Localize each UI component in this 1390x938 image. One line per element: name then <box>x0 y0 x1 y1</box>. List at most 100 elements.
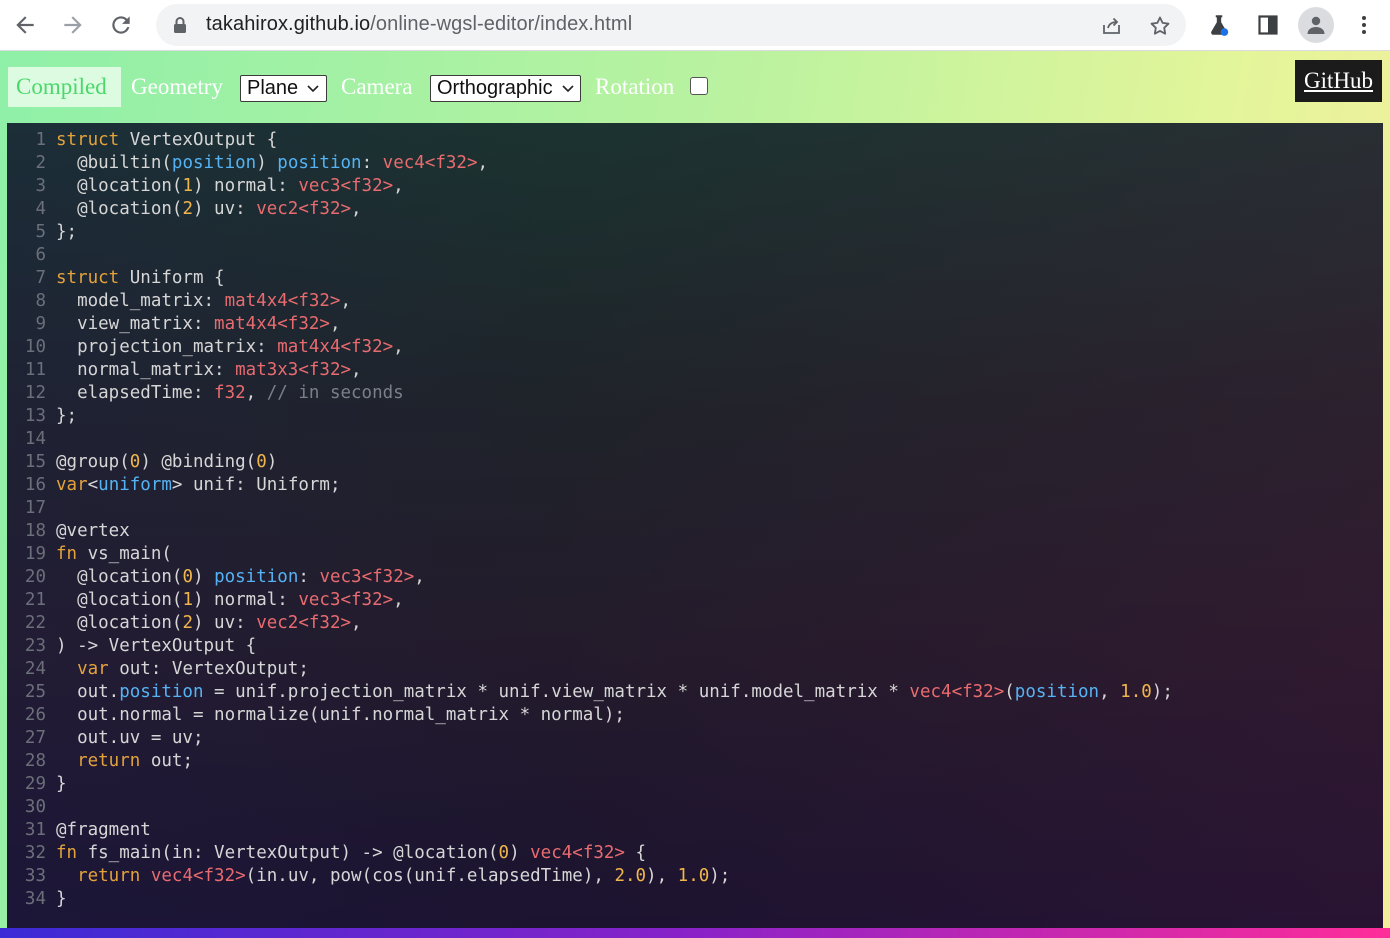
camera-select[interactable]: Orthographic <box>430 75 581 102</box>
code-line: 27 out.uv = uv; <box>7 727 1383 750</box>
line-text: fn fs_main(in: VertexOutput) -> @locatio… <box>56 842 646 865</box>
line-number: 13 <box>24 406 46 426</box>
code-token: vec4<f32> <box>909 682 1005 702</box>
url-host: takahirox.github.io <box>206 13 371 35</box>
code-token: position <box>214 567 299 587</box>
code-token: @builtin( <box>56 153 172 173</box>
code-token: }; <box>56 222 78 242</box>
code-token: var <box>77 659 109 679</box>
code-token: return <box>77 751 141 771</box>
code-token: : <box>298 567 320 587</box>
reload-icon <box>112 16 130 34</box>
code-token: ) <box>256 153 278 173</box>
line-text: return out; <box>56 750 193 773</box>
code-token: ( <box>1004 682 1015 702</box>
reload-button[interactable] <box>104 8 138 42</box>
line-text: @location(2) uv: vec2<f32>, <box>56 198 362 221</box>
code-token: (in.uv, pow(cos(unif.elapsedTime), <box>245 866 615 886</box>
code-line: 31 @fragment <box>7 819 1383 842</box>
line-number: 5 <box>35 222 46 242</box>
line-text: @location(1) normal: vec3<f32>, <box>56 589 404 612</box>
line-text: return vec4<f32>(in.uv, pow(cos(unif.ela… <box>56 865 730 888</box>
code-token: ) <box>266 452 278 472</box>
line-text: var out: VertexOutput; <box>56 658 309 681</box>
code-token: out.uv = uv; <box>56 728 204 748</box>
code-line: 33 return vec4<f32>(in.uv, pow(cos(unif.… <box>7 865 1383 888</box>
kebab-menu-icon[interactable] <box>1347 8 1381 42</box>
code-token: ) -> VertexOutput { <box>56 636 257 656</box>
code-line: 4 @location(2) uv: vec2<f32>, <box>7 198 1383 221</box>
code-token: @location( <box>56 199 183 219</box>
code-token: > unif: Uniform; <box>171 475 341 495</box>
code-token: , <box>245 383 267 403</box>
code-token: ) uv: <box>192 199 257 219</box>
code-token: vec2<f32> <box>256 199 352 219</box>
code-token: out. <box>56 682 120 702</box>
chevron-down-icon <box>561 84 575 94</box>
code-token: ) @binding( <box>140 452 257 472</box>
forward-button[interactable] <box>56 8 90 42</box>
line-text: ) -> VertexOutput { <box>56 635 256 658</box>
code-token: 0 <box>182 567 193 587</box>
code-token: // in seconds <box>266 383 404 403</box>
line-number: 9 <box>35 314 46 334</box>
editor-toolbar: Compiled Geometry Plane Camera Orthograp… <box>0 51 1390 123</box>
code-token: elapsedTime: <box>56 383 215 403</box>
line-text: @vertex <box>56 520 130 543</box>
code-lines: 1 struct VertexOutput {2 @builtin(positio… <box>7 129 1383 911</box>
code-token: position <box>119 682 204 702</box>
code-line: 8 model_matrix: mat4x4<f32>, <box>7 290 1383 313</box>
code-token: ); <box>709 866 731 886</box>
line-text: out.normal = normalize(unif.normal_matri… <box>56 704 625 727</box>
geometry-select-value: Plane <box>247 77 299 99</box>
line-text: var<uniform> unif: Uniform; <box>56 474 341 497</box>
person-icon <box>1307 16 1325 34</box>
profile-avatar[interactable] <box>1298 7 1334 43</box>
code-token: 2.0 <box>614 866 647 886</box>
code-token: VertexOutput { <box>119 130 278 150</box>
code-token: @location( <box>56 590 183 610</box>
code-line: 12 elapsedTime: f32, // in seconds <box>7 382 1383 405</box>
code-token: out; <box>140 751 193 771</box>
rotation-checkbox[interactable] <box>690 77 708 95</box>
code-token: } <box>56 889 67 909</box>
code-token: 1.0 <box>677 866 710 886</box>
code-token: @location( <box>56 613 183 633</box>
back-button[interactable] <box>8 8 42 42</box>
code-line: 26 out.normal = normalize(unif.normal_ma… <box>7 704 1383 727</box>
code-token: 1 <box>182 590 193 610</box>
line-number: 25 <box>24 682 46 702</box>
code-token: @location( <box>56 567 183 587</box>
camera-select-value: Orthographic <box>437 77 553 99</box>
code-token: f32 <box>214 383 246 403</box>
line-number: 19 <box>24 544 46 564</box>
code-token: vec3<f32> <box>319 567 415 587</box>
code-token: vec4<f32> <box>150 866 246 886</box>
side-panel-icon[interactable] <box>1251 8 1285 42</box>
line-number: 4 <box>35 199 46 219</box>
line-number: 10 <box>24 337 46 357</box>
code-token: @group( <box>56 452 130 472</box>
line-text: } <box>56 773 67 796</box>
github-link[interactable]: GitHub <box>1295 60 1382 102</box>
code-token: 2 <box>182 199 193 219</box>
code-line: 21 @location(1) normal: vec3<f32>, <box>7 589 1383 612</box>
code-token: 1.0 <box>1120 682 1152 702</box>
share-icon[interactable] <box>1098 12 1126 40</box>
code-editor[interactable]: 1 struct VertexOutput {2 @builtin(positio… <box>7 123 1383 929</box>
line-number: 29 <box>24 774 46 794</box>
line-number: 14 <box>24 429 46 449</box>
code-line: 3 @location(1) normal: vec3<f32>, <box>7 175 1383 198</box>
address-bar[interactable]: takahirox.github.io/online-wgsl-editor/i… <box>156 4 1186 46</box>
line-text: @location(2) uv: vec2<f32>, <box>56 612 362 635</box>
code-line: 22 @location(2) uv: vec2<f32>, <box>7 612 1383 635</box>
line-text: normal_matrix: mat3x3<f32>, <box>56 359 362 382</box>
bookmark-star-icon[interactable] <box>1146 12 1174 40</box>
code-token: return <box>77 866 141 886</box>
labs-flask-icon[interactable] <box>1202 8 1236 42</box>
geometry-select[interactable]: Plane <box>240 75 327 102</box>
code-line: 34} <box>7 888 1383 911</box>
code-token: 1 <box>182 176 193 196</box>
code-token: { <box>624 843 647 863</box>
